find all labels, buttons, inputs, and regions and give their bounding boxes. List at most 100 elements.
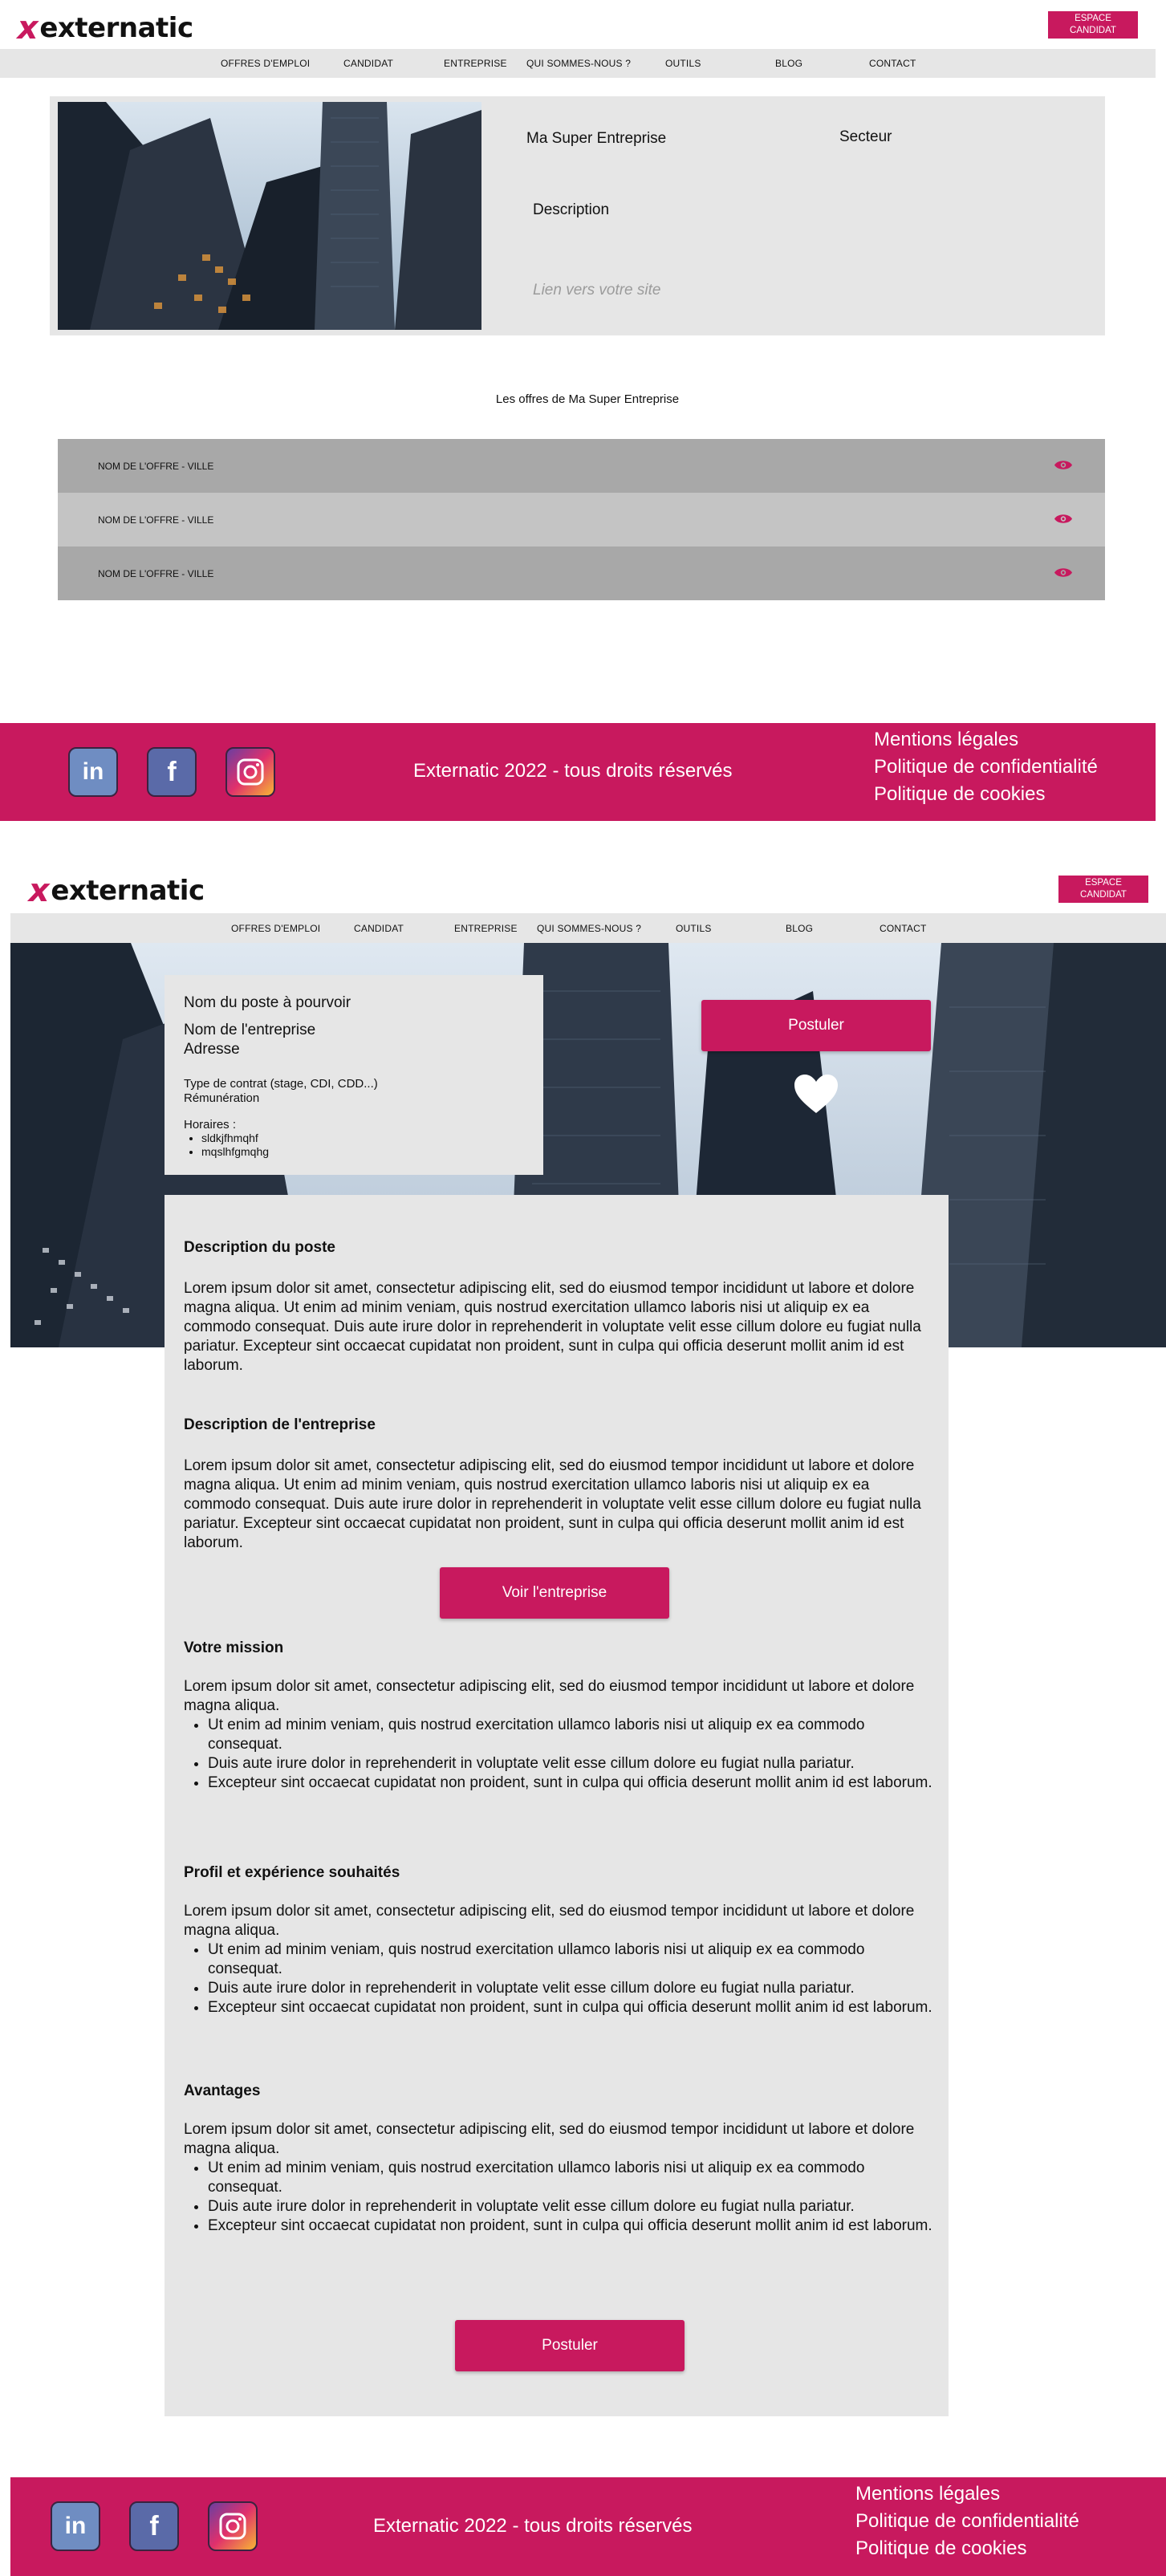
nav-offres[interactable]: OFFRES D'EMPLOI [231,913,320,943]
footer-link-mentions[interactable]: Mentions légales [874,726,1098,754]
section-title-poste: Description du poste [184,1239,335,1256]
job-hours-label: Horaires : [184,1118,237,1132]
heart-icon[interactable] [793,1073,839,1119]
logo-text: externatic [39,12,193,44]
espace-line-2: CANDIDAT [1080,890,1127,900]
footer-link-confidentialite[interactable]: Politique de confidentialité [855,2508,1079,2535]
linkedin-glyph: in [82,758,104,785]
main-nav: OFFRES D'EMPLOI CANDIDAT ENTREPRISE QUI … [10,913,1166,943]
nav-entreprise[interactable]: ENTREPRISE [444,49,507,78]
nav-contact[interactable]: CONTACT [880,913,927,943]
offer-label: NOM DE L'OFFRE - VILLE [98,567,214,579]
job-hours-item: sldkjfhmqhf [201,1132,269,1145]
company-website-link[interactable]: Lien vers votre site [533,282,660,299]
company-description: Description [533,201,610,218]
espace-line-2: CANDIDAT [1070,26,1116,35]
section-intro-avantages: Lorem ipsum dolor sit amet, consectetur … [184,2121,915,2157]
list-item: Excepteur sint occaecat cupidatat non pr… [208,1774,938,1793]
section-title-entreprise: Description de l'entreprise [184,1416,376,1433]
logo[interactable]: x externatic [25,872,205,909]
view-company-button[interactable]: Voir l'entreprise [440,1567,669,1619]
instagram-icon[interactable] [208,2501,258,2551]
job-title: Nom du poste à pourvoir [184,994,351,1011]
nav-contact[interactable]: CONTACT [869,49,916,78]
eye-icon[interactable] [1054,566,1073,581]
job-summary-card: Nom du poste à pourvoir Nom de l'entrepr… [165,975,543,1175]
footer: in f Externatic 2022 - tous droits réser… [10,2477,1166,2576]
section-list-profil: Ut enim ad minim veniam, quis nostrud ex… [184,1940,938,2017]
list-item: Ut enim ad minim veniam, quis nostrud ex… [208,1716,938,1754]
section-list-avantages: Ut enim ad minim veniam, quis nostrud ex… [184,2159,938,2236]
footer-link-cookies[interactable]: Politique de cookies [874,781,1098,808]
offer-row[interactable]: NOM DE L'OFFRE - VILLE [58,439,1105,493]
list-item: Duis aute irure dolor in reprehenderit i… [208,2197,938,2216]
footer-copyright: Externatic 2022 - tous droits réservés [373,2515,693,2537]
footer-links: Mentions légales Politique de confidenti… [855,2481,1079,2562]
main-nav: OFFRES D'EMPLOI CANDIDAT ENTREPRISE QUI … [0,49,1156,78]
job-hours-list: sldkjfhmqhf mqslhfgmqhg [184,1132,269,1159]
job-address: Adresse [184,1041,240,1058]
company-photo [58,102,481,330]
nav-offres[interactable]: OFFRES D'EMPLOI [221,49,310,78]
job-salary: Rémunération [184,1091,260,1105]
section-intro-profil: Lorem ipsum dolor sit amet, consectetur … [184,1903,915,1939]
section-text-poste: Lorem ipsum dolor sit amet, consectetur … [184,1280,921,1374]
list-item: Ut enim ad minim veniam, quis nostrud ex… [208,1940,938,1979]
espace-candidat-button[interactable]: ESPACE CANDIDAT [1058,876,1148,903]
nav-outils[interactable]: OUTILS [676,913,712,943]
section-intro-mission: Lorem ipsum dolor sit amet, consectetur … [184,1678,915,1714]
company-name: Ma Super Entreprise [526,130,667,147]
apply-button[interactable]: Postuler [701,1000,931,1051]
facebook-icon[interactable]: f [147,747,197,797]
nav-entreprise[interactable]: ENTREPRISE [454,913,518,943]
footer-link-mentions[interactable]: Mentions légales [855,2481,1079,2508]
eye-icon[interactable] [1054,512,1073,527]
job-contract: Type de contrat (stage, CDI, CDD...) [184,1077,378,1091]
job-company: Nom de l'entreprise [184,1022,316,1038]
facebook-glyph: f [149,2510,159,2541]
footer-links: Mentions légales Politique de confidenti… [874,726,1098,808]
offers-title: Les offres de Ma Super Entreprise [495,392,680,406]
eye-icon[interactable] [1054,458,1073,473]
facebook-icon[interactable]: f [129,2501,179,2551]
logo-mark: x [14,10,43,47]
offer-label: NOM DE L'OFFRE - VILLE [98,514,214,526]
offer-row[interactable]: NOM DE L'OFFRE - VILLE [58,493,1105,546]
nav-qui-sommes-nous[interactable]: QUI SOMMES-NOUS ? [526,49,631,78]
logo-mark: x [25,872,54,909]
section-title-avantages: Avantages [184,2082,261,2099]
nav-outils[interactable]: OUTILS [665,49,701,78]
offer-row[interactable]: NOM DE L'OFFRE - VILLE [58,546,1105,600]
list-item: Ut enim ad minim veniam, quis nostrud ex… [208,2159,938,2197]
nav-blog[interactable]: BLOG [775,49,802,78]
section-text-entreprise: Lorem ipsum dolor sit amet, consectetur … [184,1457,921,1551]
section-title-mission: Votre mission [184,1639,284,1656]
espace-line-1: ESPACE [1075,14,1111,23]
nav-qui-sommes-nous[interactable]: QUI SOMMES-NOUS ? [537,913,641,943]
offer-label: NOM DE L'OFFRE - VILLE [98,460,214,472]
instagram-icon[interactable] [225,747,275,797]
footer-link-cookies[interactable]: Politique de cookies [855,2535,1079,2562]
footer-copyright: Externatic 2022 - tous droits réservés [413,760,733,782]
company-sector: Secteur [839,128,892,145]
nav-candidat[interactable]: CANDIDAT [354,913,404,943]
footer: in f Externatic 2022 - tous droits réser… [0,723,1156,821]
apply-button-bottom[interactable]: Postuler [455,2320,685,2371]
espace-candidat-button[interactable]: ESPACE CANDIDAT [1048,11,1138,39]
list-item: Duis aute irure dolor in reprehenderit i… [208,1754,938,1774]
job-description-panel: Description du poste Lorem ipsum dolor s… [165,1195,949,2416]
section-list-mission: Ut enim ad minim veniam, quis nostrud ex… [184,1716,938,1793]
nav-blog[interactable]: BLOG [786,913,813,943]
linkedin-glyph: in [64,2513,87,2539]
logo-text: externatic [51,875,205,907]
linkedin-icon[interactable]: in [51,2501,100,2551]
espace-line-1: ESPACE [1085,878,1122,888]
list-item: Excepteur sint occaecat cupidatat non pr… [208,1998,938,2017]
company-card: Ma Super Entreprise Secteur Description … [50,96,1105,335]
list-item: Excepteur sint occaecat cupidatat non pr… [208,2216,938,2236]
logo[interactable]: x externatic [14,10,193,47]
nav-candidat[interactable]: CANDIDAT [343,49,393,78]
linkedin-icon[interactable]: in [68,747,118,797]
footer-link-confidentialite[interactable]: Politique de confidentialité [874,754,1098,781]
facebook-glyph: f [167,756,177,787]
